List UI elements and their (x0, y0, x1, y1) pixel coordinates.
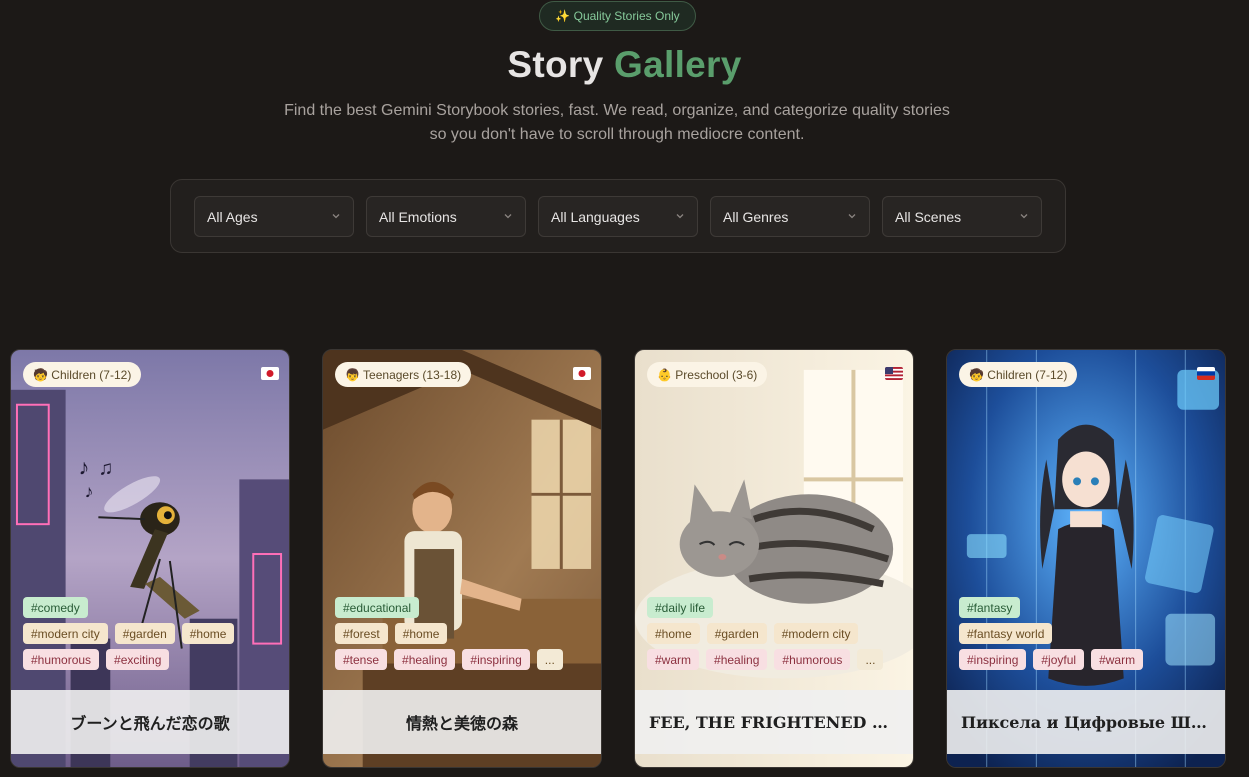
filter-age-select[interactable]: All Ages (194, 196, 354, 237)
page-subtitle: Find the best Gemini Storybook stories, … (284, 102, 950, 143)
page-title: Story Gallery (0, 44, 1249, 86)
age-badge: 🧒 Children (7-12) (959, 362, 1078, 387)
scene-tags: #modern city #garden #home (23, 623, 235, 644)
chevron-down-icon (848, 214, 856, 219)
scene-tags: #home #garden #modern city (647, 623, 859, 644)
tag[interactable]: #home (647, 623, 700, 644)
tag[interactable]: #home (181, 623, 235, 644)
tag[interactable]: #forest (335, 623, 388, 644)
story-card[interactable]: ♪ ♫ ♪ 🧒 Children (7-12) #comedy #modern … (10, 349, 290, 768)
story-title-bar: ブーンと飛んだ恋の歌 (11, 690, 289, 754)
emotion-tags: #warm #healing #humorous ... (647, 649, 884, 670)
emotion-tags: #inspiring #joyful #warm (959, 649, 1144, 670)
tag[interactable]: #garden (114, 623, 175, 644)
tag[interactable]: #modern city (23, 623, 108, 644)
story-card[interactable]: 👦 Teenagers (13-18) #educational #forest… (322, 349, 602, 768)
filter-panel: All Ages All Emotions All Languages All … (170, 179, 1066, 253)
svg-text:♪: ♪ (84, 481, 93, 501)
story-title: Пиксела и Цифровые Шедевры (961, 712, 1211, 732)
title-word-gallery: Gallery (614, 44, 742, 85)
genre-tags: #educational (335, 597, 420, 618)
age-badge: 👦 Teenagers (13-18) (335, 362, 472, 387)
filter-emotion-select[interactable]: All Emotions (366, 196, 526, 237)
chevron-down-icon (1020, 214, 1028, 219)
tag[interactable]: #tense (335, 649, 388, 670)
tag[interactable]: #warm (1091, 649, 1144, 670)
svg-text:♫: ♫ (98, 457, 113, 479)
tag[interactable]: #fantasy (959, 597, 1021, 618)
genre-tags: #fantasy (959, 597, 1021, 618)
tag[interactable]: #fantasy world (959, 623, 1053, 644)
tag[interactable]: #home (394, 623, 448, 644)
flag-japan-icon (261, 367, 279, 380)
tag[interactable]: #modern city (773, 623, 859, 644)
title-word-story: Story (507, 44, 604, 85)
chevron-down-icon (332, 214, 340, 219)
svg-text:♪: ♪ (79, 454, 90, 479)
quality-badge: ✨ Quality Stories Only (539, 1, 696, 31)
chevron-down-icon (504, 214, 512, 219)
flag-russia-icon (1197, 367, 1215, 380)
chevron-down-icon (676, 214, 684, 219)
tag[interactable]: #joyful (1033, 649, 1085, 670)
more-tags-button[interactable]: ... (536, 649, 563, 670)
filter-genre-value: All Genres (723, 208, 789, 225)
filter-language-select[interactable]: All Languages (538, 196, 698, 237)
tag[interactable]: #comedy (23, 597, 88, 618)
filter-scene-value: All Scenes (895, 208, 962, 225)
age-badge: 🧒 Children (7-12) (23, 362, 142, 387)
story-title: FEE, THE FRIGHTENED CAT (649, 712, 899, 732)
story-card[interactable]: 🧒 Children (7-12) #fantasy #fantasy worl… (946, 349, 1226, 768)
tag[interactable]: #educational (335, 597, 420, 618)
genre-tags: #comedy (23, 597, 88, 618)
story-title-bar: FEE, THE FRIGHTENED CAT (635, 690, 913, 754)
filter-scene-select[interactable]: All Scenes (882, 196, 1042, 237)
flag-japan-icon (573, 367, 591, 380)
story-title: ブーンと飛んだ恋の歌 (70, 714, 230, 733)
genre-tags: #daily life (647, 597, 714, 618)
tag[interactable]: #inspiring (462, 649, 530, 670)
tag[interactable]: #humorous (774, 649, 851, 670)
age-badge: 👶 Preschool (3-6) (647, 362, 768, 387)
filter-emotion-value: All Emotions (379, 208, 457, 225)
tag[interactable]: #healing (706, 649, 768, 670)
tag[interactable]: #warm (647, 649, 700, 670)
story-card[interactable]: 👶 Preschool (3-6) #daily life #home #gar… (634, 349, 914, 768)
tag[interactable]: #inspiring (959, 649, 1027, 670)
tag[interactable]: #daily life (647, 597, 714, 618)
tag[interactable]: #healing (394, 649, 456, 670)
tag[interactable]: #exciting (106, 649, 170, 670)
scene-tags: #fantasy world (959, 623, 1053, 644)
emotion-tags: #tense #healing #inspiring ... (335, 649, 563, 670)
scene-tags: #forest #home (335, 623, 448, 644)
tag[interactable]: #garden (706, 623, 767, 644)
tag[interactable]: #humorous (23, 649, 100, 670)
story-title-bar: Пиксела и Цифровые Шедевры (947, 690, 1225, 754)
emotion-tags: #humorous #exciting (23, 649, 170, 670)
filter-genre-select[interactable]: All Genres (710, 196, 870, 237)
flag-usa-icon (885, 367, 903, 380)
more-tags-button[interactable]: ... (857, 649, 884, 670)
story-title: 情熱と美徳の森 (405, 714, 518, 733)
filter-language-value: All Languages (551, 208, 640, 225)
story-title-bar: 情熱と美徳の森 (323, 690, 601, 754)
filter-age-value: All Ages (207, 208, 258, 225)
